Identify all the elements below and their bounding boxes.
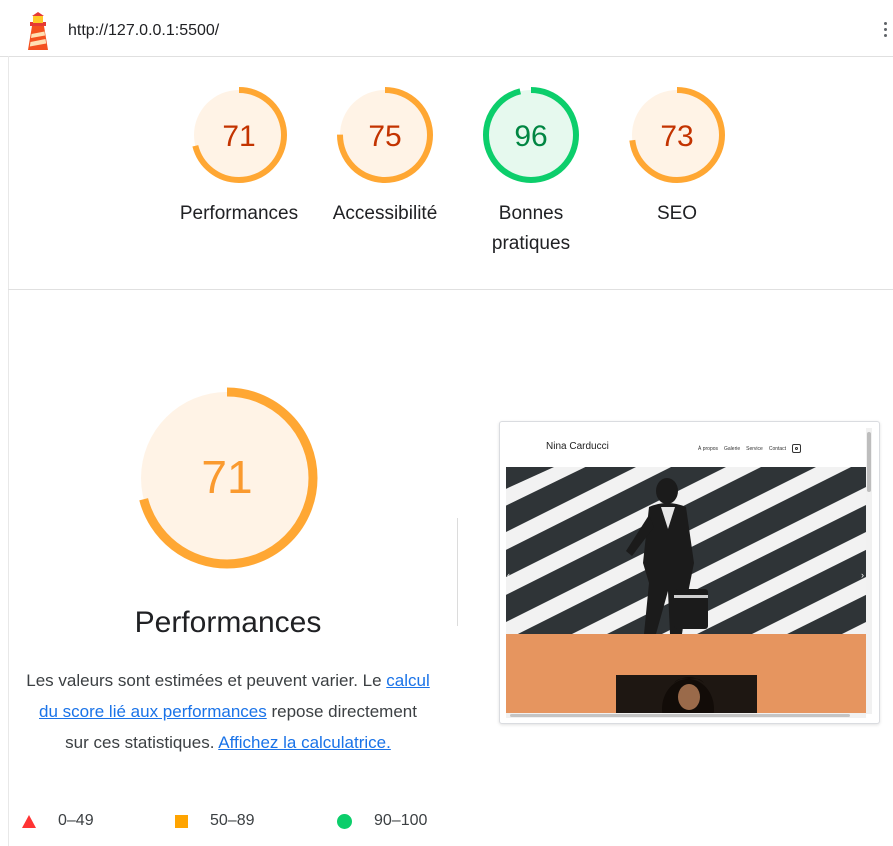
page-screenshot[interactable]: Nina Carducci À propos Galerie Service C… xyxy=(499,421,880,724)
report-url: http://127.0.0.1:5500/ xyxy=(68,22,220,39)
gauge-performance[interactable]: 71 Performances xyxy=(164,85,314,229)
legend-average: 50–89 xyxy=(175,812,255,830)
carousel-next-icon: › xyxy=(861,570,864,580)
left-edge-line xyxy=(8,56,9,846)
fail-triangle-icon xyxy=(22,814,36,828)
gauge-performance-label: Performances xyxy=(179,203,299,224)
gauge-performance-score: 71 xyxy=(222,120,255,153)
screenshot-nav-item: Galerie xyxy=(724,445,741,452)
gauge-accessibility-score: 75 xyxy=(368,120,401,153)
average-square-icon xyxy=(175,814,188,828)
gauge-seo[interactable]: 73 SEO xyxy=(602,85,752,229)
gauge-performance-ring: 71 xyxy=(191,87,287,183)
gauge-accessibility-ring: 75 xyxy=(337,87,433,183)
legend-average-range: 50–89 xyxy=(210,812,255,829)
screenshot-nav-item: Contact xyxy=(768,445,787,452)
screenshot-nav-item: À propos xyxy=(698,445,719,452)
gauge-seo-ring: 73 xyxy=(629,87,725,183)
legend-pass-range: 90–100 xyxy=(374,812,428,829)
legend-pass: 90–100 xyxy=(337,812,427,830)
performance-title: Performances xyxy=(134,606,322,639)
crosswalk-photo xyxy=(506,467,866,634)
legend-fail: 0–49 xyxy=(22,812,94,830)
gauge-best-practices[interactable]: 96 Bonnes pratiques xyxy=(456,85,606,259)
screenshot-portrait-image xyxy=(616,675,757,714)
instagram-icon xyxy=(792,444,802,453)
score-legend: 0–49 50–89 90–100 xyxy=(22,812,482,836)
performance-desc-text-1: Les valeurs sont estimées et peuvent var… xyxy=(26,671,387,690)
gauge-seo-score: 73 xyxy=(660,120,693,153)
pass-circle-icon xyxy=(337,813,352,829)
gauge-best-practices-label: Bonnes pratiques xyxy=(491,203,571,254)
portrait-photo xyxy=(662,677,714,714)
report-topbar: http://127.0.0.1:5500/ xyxy=(0,0,893,57)
legend-fail-range: 0–49 xyxy=(58,812,94,829)
section-divider xyxy=(8,289,893,290)
gauge-best-practices-ring: 96 xyxy=(483,87,579,183)
calculator-link[interactable]: Affichez la calculatrice. xyxy=(218,733,391,752)
screenshot-nav-item: Service xyxy=(746,445,763,452)
performance-description: Les valeurs sont estimées et peuvent var… xyxy=(26,665,430,758)
gauge-accessibility-label: Accessibilité xyxy=(332,203,438,224)
performance-big-score: 71 xyxy=(201,451,252,503)
gauge-best-practices-score: 96 xyxy=(514,120,547,153)
gauge-seo-label: SEO xyxy=(656,203,698,224)
performance-big-gauge: 71 xyxy=(136,387,318,569)
more-options-icon[interactable] xyxy=(884,22,890,40)
carousel-prev-icon: ‹ xyxy=(507,570,510,580)
screenshot-horizontal-scroll-thumb xyxy=(510,714,850,717)
vertical-divider xyxy=(457,518,458,626)
screenshot-site-name: Nina Carducci xyxy=(546,441,609,452)
screenshot-hero-image xyxy=(506,467,866,634)
lighthouse-icon xyxy=(28,12,48,50)
gauge-accessibility[interactable]: 75 Accessibilité xyxy=(310,85,460,229)
screenshot-nav: À propos Galerie Service Contact xyxy=(698,444,802,453)
screenshot-vertical-scroll-thumb xyxy=(867,432,871,492)
